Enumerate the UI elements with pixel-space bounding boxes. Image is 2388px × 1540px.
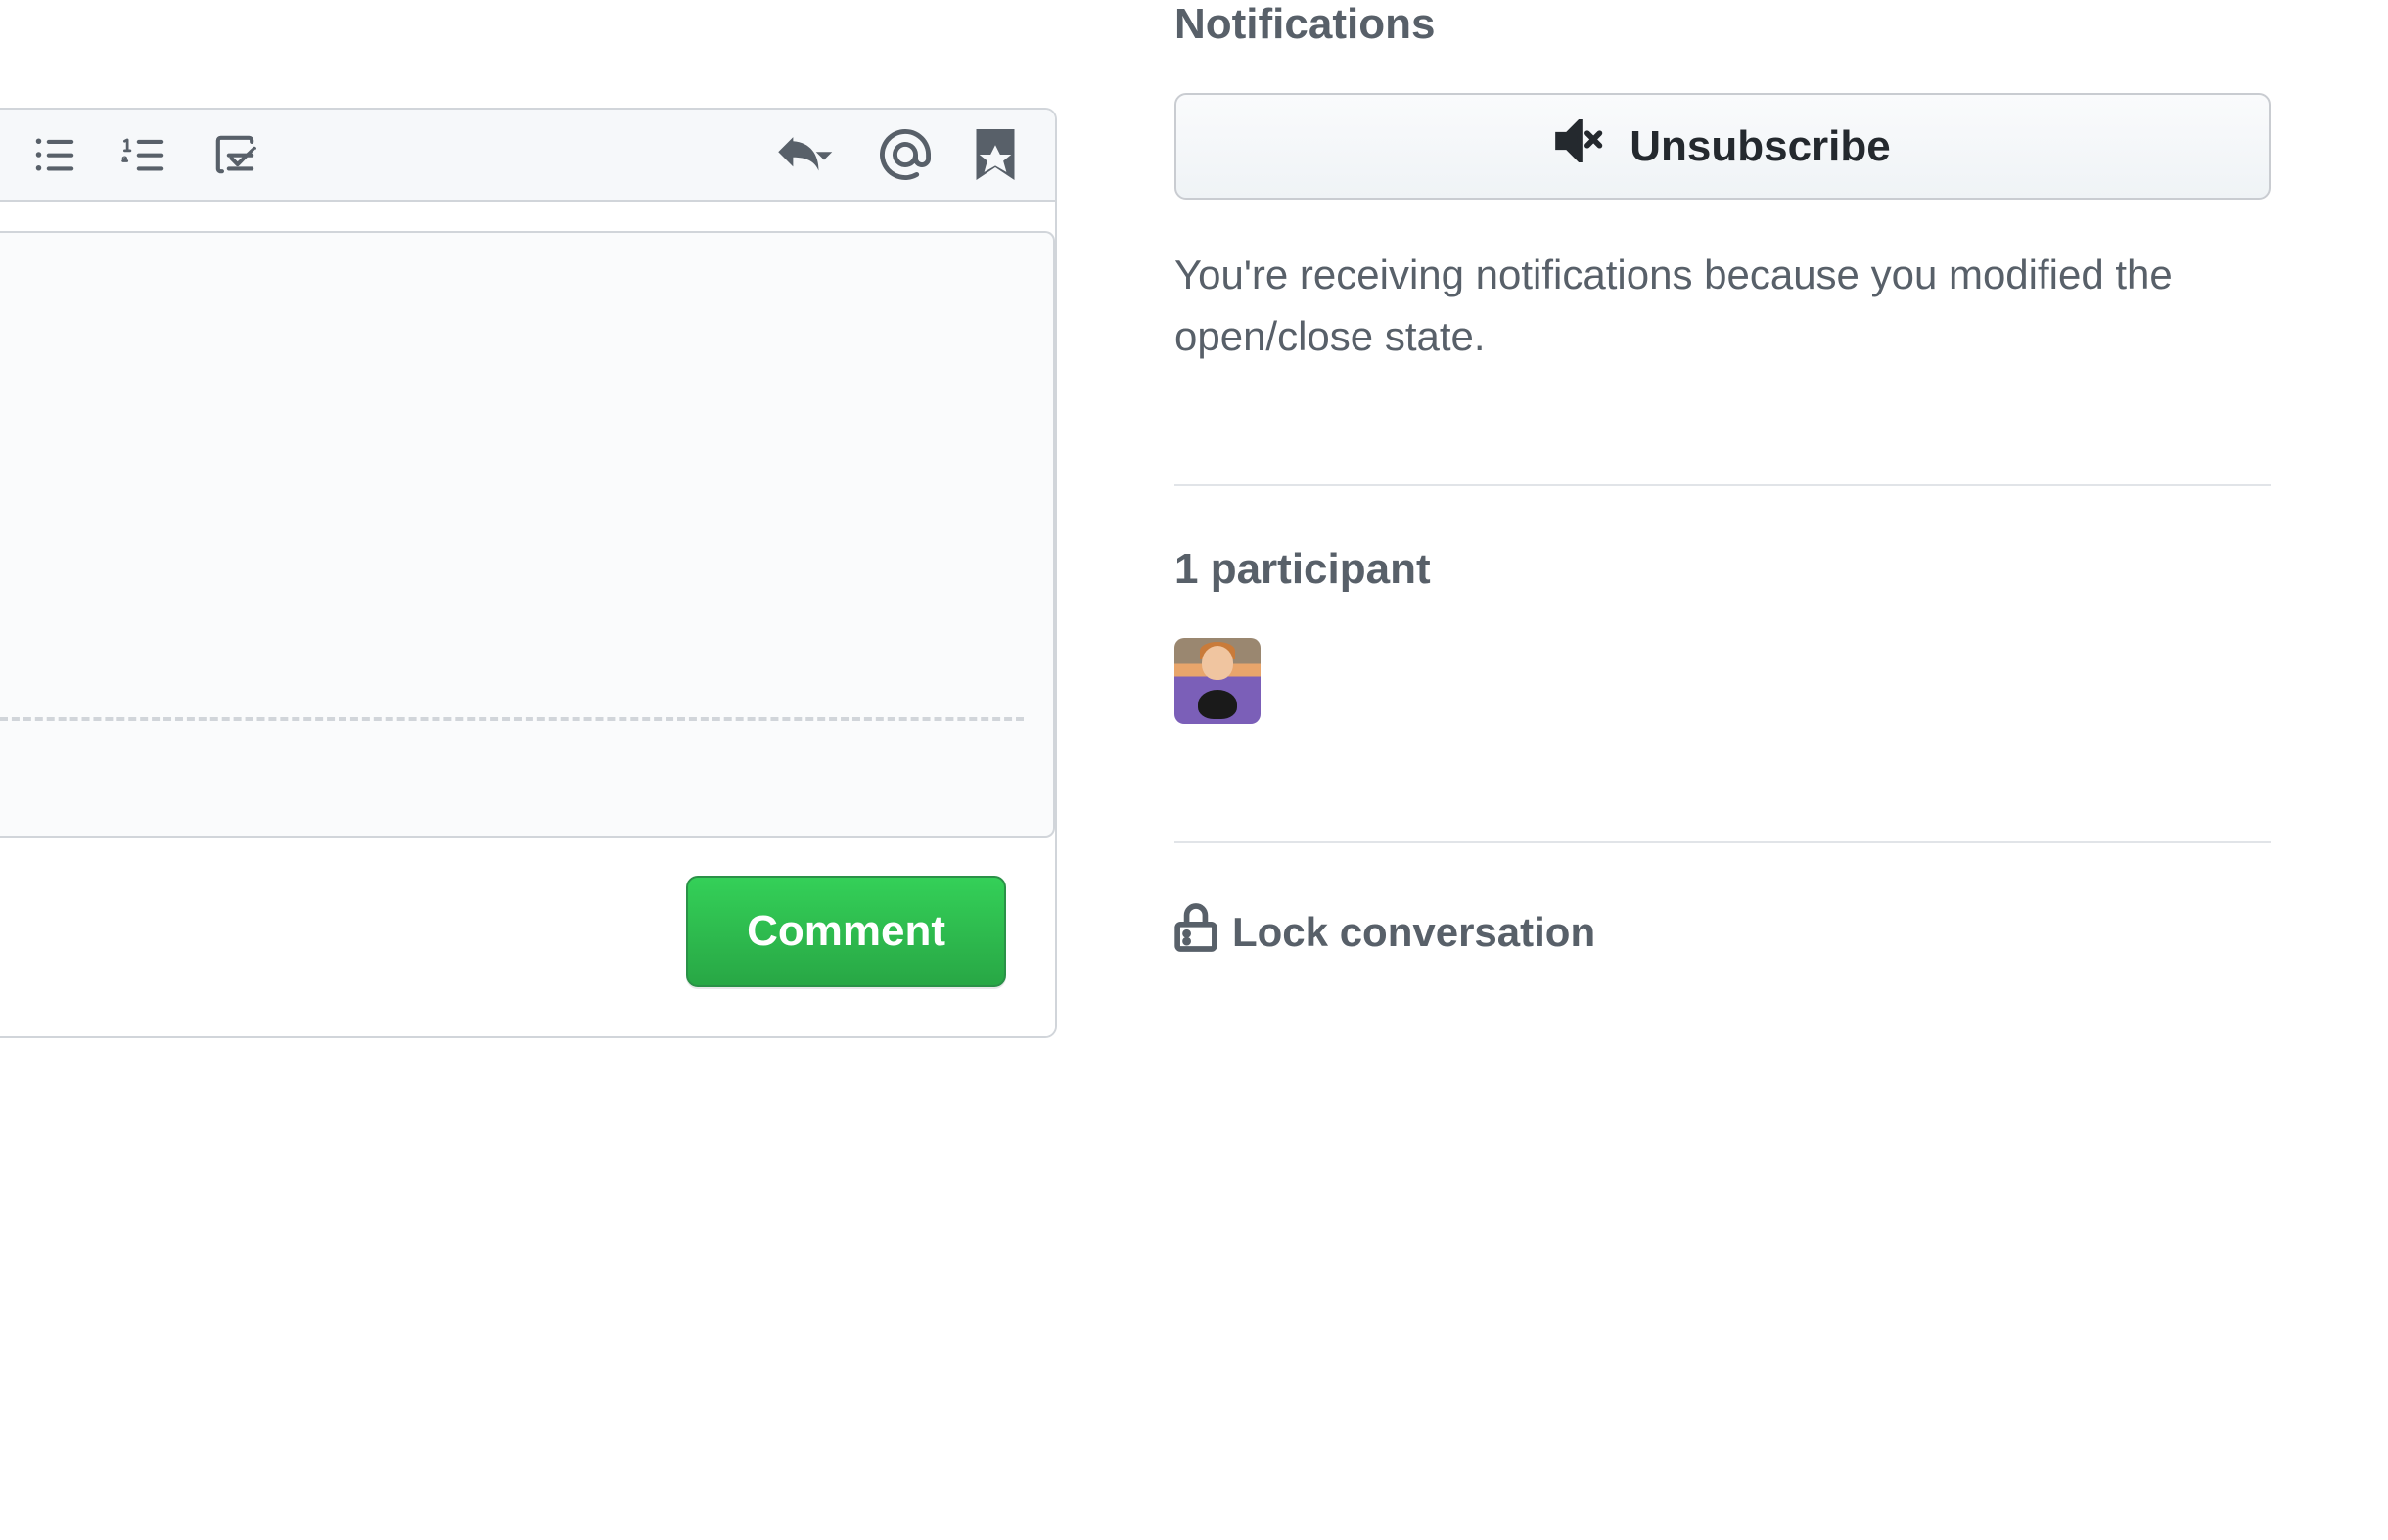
mention-icon[interactable] xyxy=(880,129,931,180)
comment-button[interactable]: Comment xyxy=(686,876,1006,987)
lock-conversation-link[interactable]: Lock conversation xyxy=(1174,902,2271,963)
unsubscribe-label: Unsubscribe xyxy=(1630,122,1891,171)
comment-panel: Comment xyxy=(0,0,1057,1540)
comment-textarea[interactable] xyxy=(0,231,1055,838)
unsubscribe-button[interactable]: Unsubscribe xyxy=(1174,93,2271,200)
comment-actions: Comment xyxy=(0,846,1055,1036)
task-list-icon[interactable] xyxy=(209,133,260,176)
toolbar-right-group xyxy=(769,129,1016,180)
comment-box: Comment xyxy=(0,108,1057,1038)
notification-reason: You're receiving notifications because y… xyxy=(1174,244,2271,367)
avatar-image xyxy=(1174,638,1261,724)
participants-heading: 1 participant xyxy=(1174,545,2271,594)
drag-handle-line[interactable] xyxy=(0,717,1024,721)
sidebar: Notifications Unsubscribe You're receivi… xyxy=(1057,0,2310,1540)
notifications-heading: Notifications xyxy=(1174,0,2271,49)
markdown-toolbar xyxy=(0,110,1055,202)
unordered-list-icon[interactable] xyxy=(29,133,80,176)
section-divider xyxy=(1174,484,2271,486)
lock-icon xyxy=(1174,902,1217,963)
notifications-section: Notifications Unsubscribe You're receivi… xyxy=(1174,0,2271,426)
ordered-list-icon[interactable] xyxy=(119,133,170,176)
mute-icon xyxy=(1554,119,1605,173)
section-divider xyxy=(1174,841,2271,843)
reply-icon[interactable] xyxy=(769,133,836,176)
lock-conversation-label: Lock conversation xyxy=(1232,909,1595,956)
participant-avatar[interactable] xyxy=(1174,638,1261,724)
textarea-wrapper xyxy=(0,202,1055,846)
saved-replies-icon[interactable] xyxy=(975,129,1016,180)
participants-section: 1 participant xyxy=(1174,545,2271,783)
page-container: Comment Notifications Unsubscribe You're… xyxy=(0,0,2388,1540)
toolbar-left-group xyxy=(29,133,260,176)
